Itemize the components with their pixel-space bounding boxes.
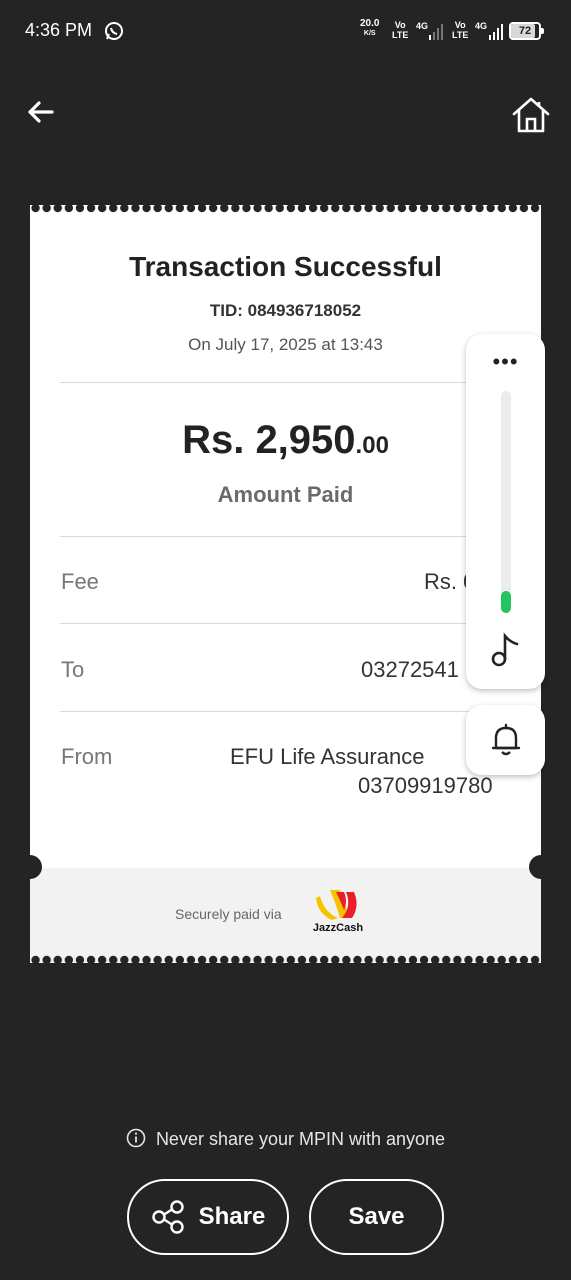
mpin-warning-text: Never share your MPIN with anyone [155, 1129, 446, 1149]
battery-level: 72 [518, 25, 532, 37]
bell-icon[interactable] [490, 723, 522, 757]
info-icon [126, 1128, 146, 1148]
sim1-type: 4G [416, 21, 429, 31]
fee-label: Fee [61, 569, 99, 594]
transaction-date: On July 17, 2025 at 13:43 [188, 335, 383, 354]
from-name: EFU Life Assurance [230, 744, 425, 769]
share-icon [151, 1200, 184, 1234]
more-options-icon[interactable]: ••• [466, 351, 545, 373]
sim2-label: Vo LTE [452, 20, 469, 40]
jazzcash-logo-icon [316, 890, 357, 920]
amount-label: Amount Paid [217, 482, 354, 507]
ringer-panel[interactable] [466, 705, 545, 775]
share-label: Share [198, 1203, 266, 1230]
divider [60, 382, 510, 383]
amount: Rs. 2,950.00 [30, 418, 541, 463]
music-note-icon[interactable] [490, 632, 520, 668]
jazzcash-logo-text: JazzCash [312, 922, 364, 934]
mpin-warning: Never share your MPIN with anyone [0, 1128, 571, 1150]
amount-cents: .00 [355, 432, 389, 459]
signal-2-icon [489, 24, 503, 40]
transaction-id: TID: 084936718052 [209, 301, 362, 320]
net-speed-unit: K/S [363, 30, 376, 37]
receipt-card: Transaction Successful TID: 084936718052… [30, 213, 541, 960]
receipt-notch-left [18, 855, 42, 879]
divider [60, 536, 510, 537]
receipt-notch-right [529, 855, 553, 879]
sim2-type: 4G [475, 21, 488, 31]
to-label: To [61, 657, 85, 682]
volume-panel[interactable]: ••• [466, 334, 545, 689]
status-bar: 4:36 PM 20.0 K/S Vo LTE 4G Vo LTE 4G 72 [0, 0, 571, 64]
receipt-scallop-bottom [30, 947, 541, 963]
save-label: Save [348, 1203, 405, 1230]
battery-icon: 72 [509, 22, 545, 40]
volume-slider[interactable] [501, 391, 511, 613]
back-arrow-icon[interactable] [22, 94, 58, 130]
volume-level-fill [501, 591, 511, 613]
whatsapp-icon [105, 22, 123, 40]
share-button[interactable]: Share [127, 1179, 289, 1255]
securely-paid-text: Securely paid via [175, 906, 282, 922]
from-label: From [61, 744, 113, 769]
home-icon[interactable] [510, 94, 552, 136]
divider [60, 711, 510, 712]
save-button[interactable]: Save [309, 1179, 444, 1255]
net-speed: 20.0 K/S [360, 19, 379, 39]
signal-1-icon [429, 24, 443, 40]
net-speed-value: 20.0 [360, 18, 380, 29]
receipt-title: Transaction Successful [129, 251, 442, 282]
to-value: 03272541 [361, 657, 459, 682]
jazzcash-logo: JazzCash [310, 888, 370, 938]
amount-main: Rs. 2,950 [182, 418, 356, 462]
sim1-label: Vo LTE [392, 20, 409, 40]
status-time: 4:36 PM [25, 20, 93, 40]
from-number: 03709919780 [358, 773, 493, 798]
divider [60, 623, 510, 624]
